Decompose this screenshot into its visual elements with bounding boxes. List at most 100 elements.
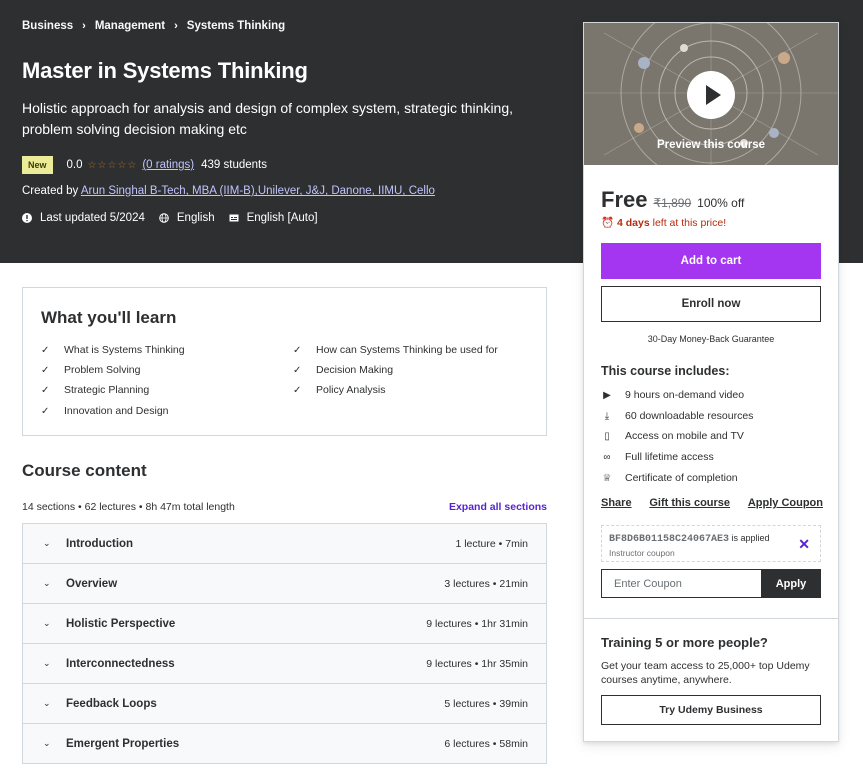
share-button[interactable]: Share [601, 497, 632, 509]
section-length: 1 lecture • 7min [455, 537, 528, 550]
section-row[interactable]: ⌄ Interconnectedness 9 lectures • 1hr 35mi… [23, 644, 546, 684]
applied-coupon: BF8D6B01158C24067AE3 is applied Instruct… [601, 525, 821, 562]
breadcrumb: Business › Management › Systems Thinking [22, 20, 285, 32]
breadcrumb-systems-thinking[interactable]: Systems Thinking [187, 20, 285, 32]
learn-item: ✓ Decision Making [293, 364, 393, 376]
gift-course-button[interactable]: Gift this course [649, 497, 730, 509]
course-subtitle: Holistic approach for analysis and desig… [22, 100, 514, 137]
section-name: Emergent Properties [66, 737, 180, 750]
try-udemy-business-button[interactable]: Try Udemy Business [601, 695, 821, 725]
timer-text: left at this price! [649, 217, 727, 229]
breadcrumb-business[interactable]: Business [22, 20, 73, 32]
alert-badge-icon [22, 213, 32, 223]
infinity-icon: ∞ [603, 451, 611, 463]
apply-button[interactable]: Apply [761, 569, 821, 598]
check-icon: ✓ [41, 344, 50, 356]
price-timer: ⏰ 4 days left at this price! [601, 216, 726, 229]
preview-label: Preview this course [656, 139, 766, 151]
chevron-down-icon: ⌄ [43, 698, 51, 708]
author-link[interactable]: Arun Singhal B-Tech, MBA (IIM-B),Unileve… [81, 185, 435, 197]
section-length: 5 lectures • 39min [444, 697, 528, 710]
chevron-down-icon: ⌄ [43, 738, 51, 748]
learn-item: ✓ Strategic Planning [41, 384, 149, 396]
check-icon: ✓ [41, 405, 50, 417]
section-name: Overview [66, 577, 118, 590]
price-row: Free ₹1,890 100% off [601, 187, 744, 213]
check-icon: ✓ [41, 364, 50, 376]
section-name: Holistic Perspective [66, 617, 176, 630]
learn-title: What you'll learn [41, 308, 177, 327]
apply-coupon-link[interactable]: Apply Coupon [748, 497, 823, 509]
include-text: Certificate of completion [625, 472, 738, 484]
add-to-cart-button[interactable]: Add to cart [601, 243, 821, 279]
course-content-summary: 14 sections • 62 lectures • 8h 47m total… [22, 501, 235, 513]
original-price: ₹1,890 [653, 196, 692, 210]
check-icon: ✓ [293, 364, 302, 376]
section-row[interactable]: ⌄ Feedback Loops 5 lectures • 39min [23, 684, 546, 724]
section-row[interactable]: ⌄ Holistic Perspective 9 lectures • 1hr 31… [23, 604, 546, 644]
rating-row: New 0.0 ☆☆☆☆☆ (0 ratings) 439 students [22, 156, 267, 174]
section-length: 3 lectures • 21min [444, 577, 528, 590]
chevron-down-icon: ⌄ [43, 658, 51, 668]
section-name: Introduction [66, 537, 134, 550]
page-title: Master in Systems Thinking [22, 58, 308, 83]
breadcrumb-management[interactable]: Management [95, 20, 165, 32]
section-row[interactable]: ⌄ Introduction 1 lecture • 7min [23, 524, 546, 564]
enroll-now-button[interactable]: Enroll now [601, 286, 821, 322]
coupon-applied-text: is applied [729, 533, 770, 543]
purchase-sidebar: Preview this course Free ₹1,890 100% off… [583, 22, 839, 742]
learn-item-text: Innovation and Design [64, 405, 169, 417]
learn-item-text: Strategic Planning [64, 384, 150, 396]
include-text: 60 downloadable resources [625, 410, 754, 422]
captions-item: English [Auto] [229, 212, 318, 224]
language-item: English [159, 212, 215, 224]
course-info-row: Last updated 5/2024 English English [Aut… [22, 212, 332, 224]
learn-item: ✓ What is Systems Thinking [41, 344, 185, 356]
learn-item-text: What is Systems Thinking [64, 344, 185, 356]
chevron-down-icon: ⌄ [43, 618, 51, 628]
money-back-guarantee: 30-Day Money-Back Guarantee [647, 334, 775, 344]
include-item: ▶ 9 hours on-demand video [601, 389, 744, 401]
include-text: Full lifetime access [625, 451, 714, 463]
ratings-link[interactable]: (0 ratings) [142, 159, 194, 171]
learn-item: ✓ Problem Solving [41, 364, 140, 376]
download-icon: ⤓ [604, 410, 610, 422]
divider [584, 618, 838, 619]
coupon-input[interactable]: Enter Coupon [601, 569, 761, 598]
section-length: 9 lectures • 1hr 35min [426, 657, 528, 670]
include-item: ∞ Full lifetime access [601, 451, 714, 463]
check-icon: ✓ [293, 344, 302, 356]
chevron-right-icon: › [174, 20, 178, 32]
sidebar-links: Share Gift this course Apply Coupon [601, 497, 823, 509]
learn-item: ✓ Innovation and Design [41, 405, 169, 417]
expand-all-sections-button[interactable]: Expand all sections [449, 501, 547, 513]
play-icon[interactable] [687, 71, 735, 119]
captions-language: English [Auto] [246, 212, 318, 224]
chevron-right-icon: › [82, 20, 86, 32]
section-row[interactable]: ⌄ Emergent Properties 6 lectures • 58min [23, 724, 546, 764]
trophy-icon: ♕ [602, 472, 612, 484]
section-row[interactable]: ⌄ Overview 3 lectures • 21min [23, 564, 546, 604]
include-item: ⤓ 60 downloadable resources [601, 410, 754, 422]
learn-item-text: How can Systems Thinking be used for [316, 344, 498, 356]
learn-item-text: Problem Solving [64, 364, 141, 376]
mobile-icon: ▯ [604, 430, 610, 442]
close-icon[interactable]: ✕ [798, 536, 810, 553]
includes-title: This course includes: [601, 364, 730, 378]
coupon-code-value: BF8D6B01158C24067AE3 [609, 534, 730, 545]
coupon-code: BF8D6B01158C24067AE3 is applied [609, 533, 770, 545]
coupon-type: Instructor coupon [609, 548, 675, 558]
created-by: Created by Arun Singhal B-Tech, MBA (IIM… [22, 185, 435, 197]
what-youll-learn: What you'll learn ✓ What is Systems Think… [22, 287, 547, 436]
course-preview[interactable]: Preview this course [584, 23, 838, 165]
check-icon: ✓ [293, 384, 302, 396]
last-updated: Last updated 5/2024 [40, 212, 145, 224]
alarm-clock-icon: ⏰ [601, 217, 615, 229]
current-price: Free [601, 187, 648, 212]
learn-item-text: Decision Making [316, 364, 394, 376]
section-length: 6 lectures • 58min [444, 737, 528, 750]
include-item: ▯ Access on mobile and TV [601, 430, 744, 442]
timer-days: 4 days [617, 217, 650, 229]
star-rating-icon: ☆☆☆☆☆ [87, 159, 138, 171]
learn-item: ✓ How can Systems Thinking be used for [293, 344, 498, 356]
